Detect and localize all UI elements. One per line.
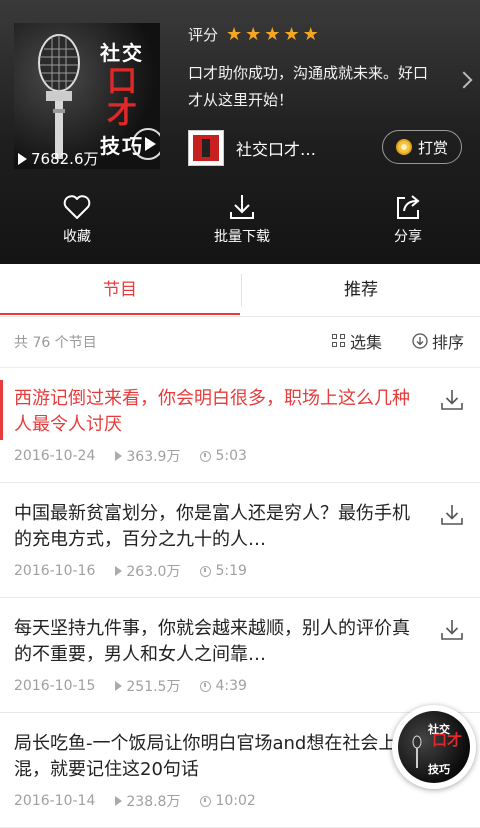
- star-icon: ★: [245, 23, 262, 45]
- episode-duration: 5:19: [215, 563, 247, 579]
- chevron-right-icon[interactable]: [455, 71, 473, 89]
- heart-icon: [63, 195, 91, 219]
- episode-date: 2016-10-15: [14, 678, 96, 694]
- rating: 评分 ★ ★ ★ ★ ★: [188, 24, 322, 45]
- sort-icon: [412, 333, 428, 349]
- list-item[interactable]: 每天坚持九件事，你就会越来越顺，别人的评价真的不重要，男人和女人之间靠… 201…: [0, 598, 480, 713]
- episode-count: 共 76 个节目: [14, 335, 97, 351]
- coin-icon: [395, 139, 412, 155]
- episode-plays: 363.9万: [126, 449, 181, 465]
- tab-bar: 节目 推荐: [0, 264, 480, 317]
- album-header: 社交 口 才 技巧 7682.6万 评分 ★ ★ ★ ★ ★ 口才助你成功，沟通…: [0, 0, 480, 264]
- favorite-button[interactable]: 收藏: [27, 190, 127, 250]
- episode-title: 局长吃鱼-一个饭局让你明白官场and想在社会上混，就要记住这20句话: [14, 733, 397, 780]
- episode-meta: 2016-10-15 251.5万 4:39: [14, 676, 261, 696]
- tip-button[interactable]: 打赏: [382, 130, 462, 164]
- select-episodes-button[interactable]: 选集: [332, 329, 382, 353]
- tab-indicator: [0, 313, 240, 315]
- star-icon: ★: [264, 23, 281, 45]
- microphone-icon: [412, 735, 422, 768]
- share-icon: [397, 195, 420, 219]
- episode-date: 2016-10-24: [14, 448, 96, 464]
- play-icon: [115, 796, 123, 806]
- episode-title: 中国最新贫富划分，你是富人还是穷人？最伤手机的充电方式，百分之九十的人…: [14, 503, 410, 550]
- download-icon[interactable]: [440, 503, 464, 527]
- list-header: 共 76 个节目 选集 排序: [0, 317, 480, 368]
- clock-icon: [200, 450, 212, 462]
- clock-icon: [200, 795, 212, 807]
- episode-date: 2016-10-16: [14, 563, 96, 579]
- episode-duration: 4:39: [215, 678, 247, 694]
- download-icon[interactable]: [440, 388, 464, 412]
- play-icon: [115, 566, 123, 576]
- episode-plays: 263.0万: [126, 564, 181, 580]
- list-item[interactable]: 中国最新贫富划分，你是富人还是穷人？最伤手机的充电方式，百分之九十的人… 201…: [0, 483, 480, 598]
- star-icon: ★: [226, 23, 243, 45]
- episode-title: 西游记倒过来看，你会明白很多，职场上这么几种人最令人讨厌: [14, 388, 410, 435]
- episode-duration: 5:03: [215, 448, 247, 464]
- episode-meta: 2016-10-16 263.0万 5:19: [14, 561, 261, 581]
- mini-player-disc: 社交 口才 技巧: [398, 711, 470, 783]
- sort-button[interactable]: 排序: [412, 329, 464, 353]
- play-icon: [115, 451, 123, 461]
- author-avatar[interactable]: [188, 130, 224, 166]
- play-icon: [115, 681, 123, 691]
- episode-title: 每天坚持九件事，你就会越来越顺，别人的评价真的不重要，男人和女人之间靠…: [14, 618, 410, 665]
- action-bar: 收藏 批量下载 分享: [0, 190, 480, 254]
- play-count: 7682.6万: [18, 148, 99, 169]
- grid-icon: [332, 334, 346, 348]
- microphone-illustration: [38, 34, 80, 159]
- tab-episodes[interactable]: 节目: [0, 264, 240, 316]
- episode-duration: 10:02: [215, 793, 256, 809]
- mini-player-button[interactable]: 社交 口才 技巧: [392, 705, 476, 789]
- download-icon: [230, 195, 254, 219]
- play-circle-icon[interactable]: [132, 128, 160, 160]
- star-icon: ★: [302, 23, 319, 45]
- author-name[interactable]: 社交口才…: [236, 136, 316, 160]
- clock-icon: [200, 680, 212, 692]
- episode-plays: 238.8万: [126, 794, 181, 810]
- episode-meta: 2016-10-24 363.9万 5:03: [14, 446, 261, 466]
- play-icon: [18, 152, 27, 165]
- episode-meta: 2016-10-14 238.8万 10:02: [14, 791, 270, 811]
- album-description[interactable]: 口才助你成功，沟通成就未来。好口才从这里开始！: [188, 60, 438, 114]
- episode-date: 2016-10-14: [14, 793, 96, 809]
- list-item[interactable]: 西游记倒过来看，你会明白很多，职场上这么几种人最令人讨厌 2016-10-24 …: [0, 368, 480, 483]
- clock-icon: [200, 565, 212, 577]
- episode-plays: 251.5万: [126, 679, 181, 695]
- tab-recommend[interactable]: 推荐: [241, 264, 480, 316]
- share-button[interactable]: 分享: [358, 190, 458, 250]
- batch-download-button[interactable]: 批量下载: [192, 190, 292, 250]
- star-icon: ★: [283, 23, 300, 45]
- download-icon[interactable]: [440, 618, 464, 642]
- rating-label: 评分: [188, 26, 219, 44]
